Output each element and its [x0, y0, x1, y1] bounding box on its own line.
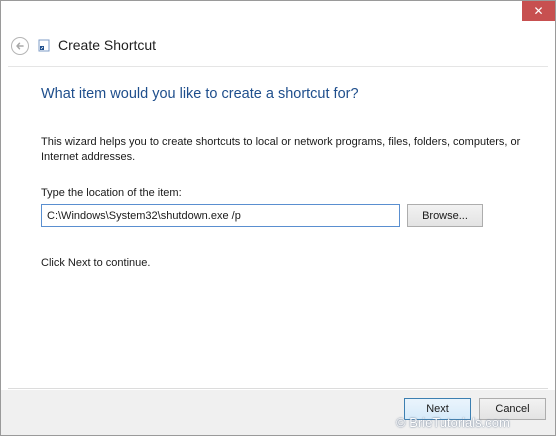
title-bar: ✕ Create Shortcut [1, 1, 555, 65]
close-icon: ✕ [533, 4, 544, 18]
wizard-content: What item would you like to create a sho… [8, 66, 548, 389]
shortcut-icon [38, 39, 50, 52]
close-button[interactable]: ✕ [522, 1, 555, 21]
window-title: Create Shortcut [58, 37, 157, 53]
back-arrow-icon [16, 42, 24, 50]
create-shortcut-window: ✕ Create Shortcut What item would you li… [0, 0, 556, 436]
back-button[interactable] [11, 37, 29, 55]
wizard-description: This wizard helps you to create shortcut… [41, 136, 521, 163]
wizard-heading: What item would you like to create a sho… [41, 86, 359, 102]
location-input[interactable] [41, 204, 400, 227]
watermark: © BrieTutorials.com [396, 415, 510, 430]
browse-button[interactable]: Browse... [407, 204, 483, 227]
continue-instruction: Click Next to continue. [41, 257, 151, 269]
location-label: Type the location of the item: [41, 187, 182, 199]
